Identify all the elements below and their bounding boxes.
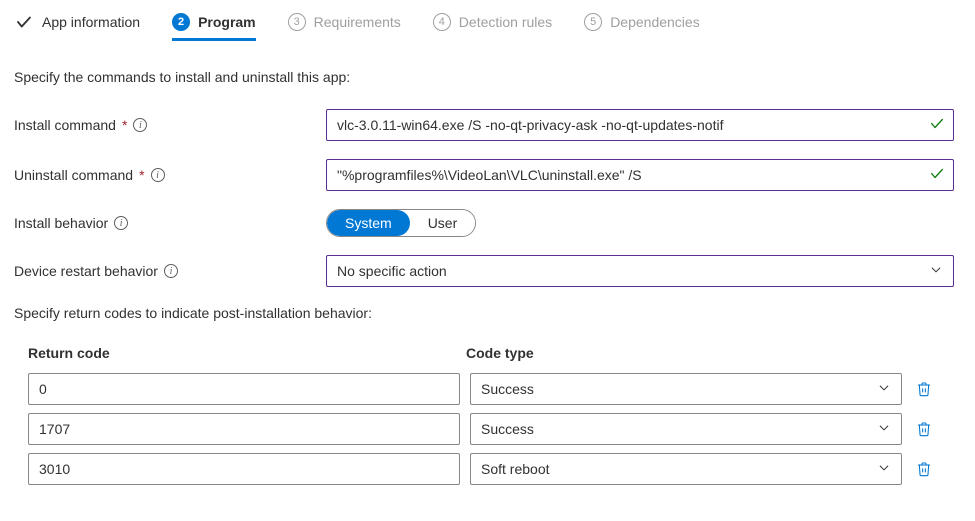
tab-dependencies[interactable]: 5 Dependencies: [584, 5, 700, 41]
code-type-select[interactable]: Success: [470, 373, 902, 405]
delete-row-button[interactable]: [912, 376, 936, 402]
restart-behavior-label: Device restart behavior i: [14, 263, 326, 279]
uninstall-command-label: Uninstall command * i: [14, 167, 326, 183]
info-icon[interactable]: i: [164, 264, 178, 278]
return-codes-table: Return code Code type Success Success: [14, 345, 961, 485]
delete-row-button[interactable]: [912, 416, 936, 442]
chevron-down-icon: [929, 263, 943, 280]
uninstall-command-input-wrap: [326, 159, 954, 191]
info-icon[interactable]: i: [114, 216, 128, 230]
trash-icon: [916, 460, 932, 478]
restart-behavior-value: No specific action: [337, 263, 447, 279]
tab-label: Program: [198, 14, 256, 30]
code-type-header: Code type: [466, 345, 961, 361]
code-type-select[interactable]: Success: [470, 413, 902, 445]
valid-check-icon: [929, 116, 945, 135]
code-type-select[interactable]: Soft reboot: [470, 453, 902, 485]
return-code-input[interactable]: [28, 453, 460, 485]
tab-program[interactable]: 2 Program: [172, 5, 256, 41]
code-type-value: Soft reboot: [481, 461, 550, 477]
return-codes-description: Specify return codes to indicate post-in…: [14, 305, 961, 321]
code-type-value: Success: [481, 381, 534, 397]
step-number: 4: [433, 13, 451, 31]
chevron-down-icon: [877, 461, 891, 478]
install-behavior-label: Install behavior i: [14, 215, 326, 231]
tab-requirements[interactable]: 3 Requirements: [288, 5, 401, 41]
install-command-label: Install command * i: [14, 117, 326, 133]
delete-row-button[interactable]: [912, 456, 936, 482]
trash-icon: [916, 380, 932, 398]
table-row: Success: [28, 413, 961, 445]
tab-label: App information: [42, 14, 140, 30]
table-row: Success: [28, 373, 961, 405]
required-asterisk: *: [122, 117, 127, 133]
install-command-input[interactable]: [337, 117, 919, 133]
uninstall-command-input[interactable]: [337, 167, 919, 183]
table-row: Soft reboot: [28, 453, 961, 485]
info-icon[interactable]: i: [133, 118, 147, 132]
install-command-input-wrap: [326, 109, 954, 141]
code-type-value: Success: [481, 421, 534, 437]
install-behavior-system[interactable]: System: [327, 210, 410, 236]
step-number: 5: [584, 13, 602, 31]
install-behavior-toggle: System User: [326, 209, 476, 237]
chevron-down-icon: [877, 421, 891, 438]
section-description: Specify the commands to install and unin…: [14, 69, 961, 85]
install-behavior-user[interactable]: User: [410, 210, 476, 236]
required-asterisk: *: [139, 167, 144, 183]
step-number: 2: [172, 13, 190, 31]
return-code-input[interactable]: [28, 413, 460, 445]
tab-label: Detection rules: [459, 14, 552, 30]
wizard-tabs: App information 2 Program 3 Requirements…: [0, 0, 975, 43]
tab-label: Dependencies: [610, 14, 700, 30]
tab-detection-rules[interactable]: 4 Detection rules: [433, 5, 552, 41]
trash-icon: [916, 420, 932, 438]
info-icon[interactable]: i: [151, 168, 165, 182]
valid-check-icon: [929, 166, 945, 185]
chevron-down-icon: [877, 381, 891, 398]
checkmark-icon: [14, 12, 34, 32]
tab-app-information[interactable]: App information: [14, 4, 140, 42]
tab-label: Requirements: [314, 14, 401, 30]
return-code-input[interactable]: [28, 373, 460, 405]
return-code-header: Return code: [28, 345, 466, 361]
step-number: 3: [288, 13, 306, 31]
restart-behavior-select[interactable]: No specific action: [326, 255, 954, 287]
